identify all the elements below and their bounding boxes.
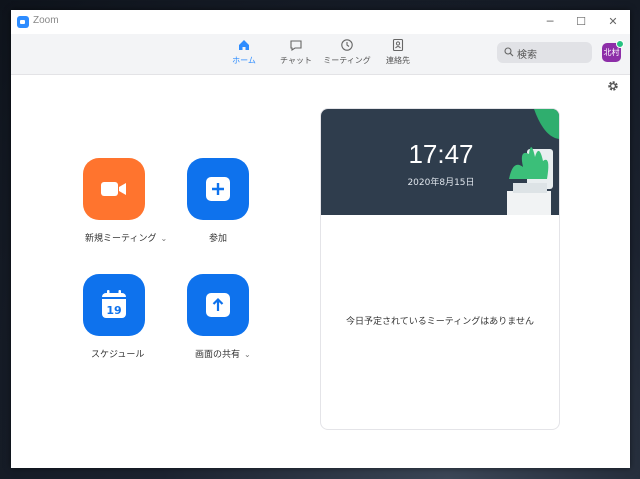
app-title: Zoom (33, 15, 59, 26)
contacts-icon (392, 38, 404, 52)
plant-illustration-icon (507, 109, 559, 215)
tab-contacts-label: 連絡先 (386, 56, 410, 65)
close-button[interactable]: ✕ (605, 14, 621, 30)
title-bar: Zoom ─ ☐ ✕ (11, 10, 630, 34)
gear-icon[interactable] (607, 80, 619, 92)
minimize-button[interactable]: ─ (542, 14, 558, 30)
join-label: 参加 (209, 234, 228, 244)
calendar-icon: 19 (102, 290, 126, 318)
maximize-button[interactable]: ☐ (573, 14, 589, 30)
plus-icon (206, 177, 230, 201)
tab-home-label: ホーム (232, 56, 256, 65)
current-date: 2020年8月15日 (407, 178, 475, 188)
new-meeting-button[interactable] (83, 158, 145, 220)
tab-home[interactable]: ホーム (219, 38, 269, 70)
share-screen-label: 画面の共有 ⌄ (195, 350, 251, 360)
tab-meetings-label: ミーティング (323, 56, 371, 65)
chevron-down-icon[interactable]: ⌄ (160, 234, 167, 243)
share-screen-button[interactable] (187, 274, 249, 336)
top-nav: ホーム チャット ミーティング 連絡先 検索 北村 (11, 34, 630, 75)
chat-icon (290, 40, 302, 52)
new-meeting-label: 新規ミーティング ⌄ (85, 234, 168, 244)
chevron-down-icon[interactable]: ⌄ (244, 350, 251, 359)
zoom-logo-icon (17, 16, 29, 28)
current-time: 17:47 (408, 139, 474, 169)
tab-contacts[interactable]: 連絡先 (373, 38, 423, 70)
home-icon (239, 40, 249, 50)
tab-chat[interactable]: チャット (271, 38, 321, 70)
schedule-label: スケジュール (91, 350, 145, 360)
upcoming-meetings-card: 17:47 2020年8月15日 今日予定されているミーティングはありません (320, 108, 560, 430)
join-button[interactable] (187, 158, 249, 220)
video-camera-icon (101, 182, 126, 196)
clock-header: 17:47 2020年8月15日 (321, 109, 559, 215)
search-input[interactable]: 検索 (497, 42, 592, 63)
no-meetings-message: 今日予定されているミーティングはありません (346, 317, 534, 327)
zoom-window: Zoom ─ ☐ ✕ ホーム チャット ミーティング 連絡先 検索 北村 新規ミ… (11, 10, 630, 468)
share-screen-arrow-icon (206, 293, 230, 317)
calendar-day-number: 19 (106, 304, 121, 317)
schedule-button[interactable]: 19 (83, 274, 145, 336)
tab-chat-label: チャット (280, 56, 312, 65)
clock-icon (341, 39, 353, 51)
online-status-badge (616, 40, 624, 48)
tab-meetings[interactable]: ミーティング (322, 38, 372, 70)
search-placeholder: 検索 (517, 50, 537, 61)
search-icon (504, 47, 514, 57)
